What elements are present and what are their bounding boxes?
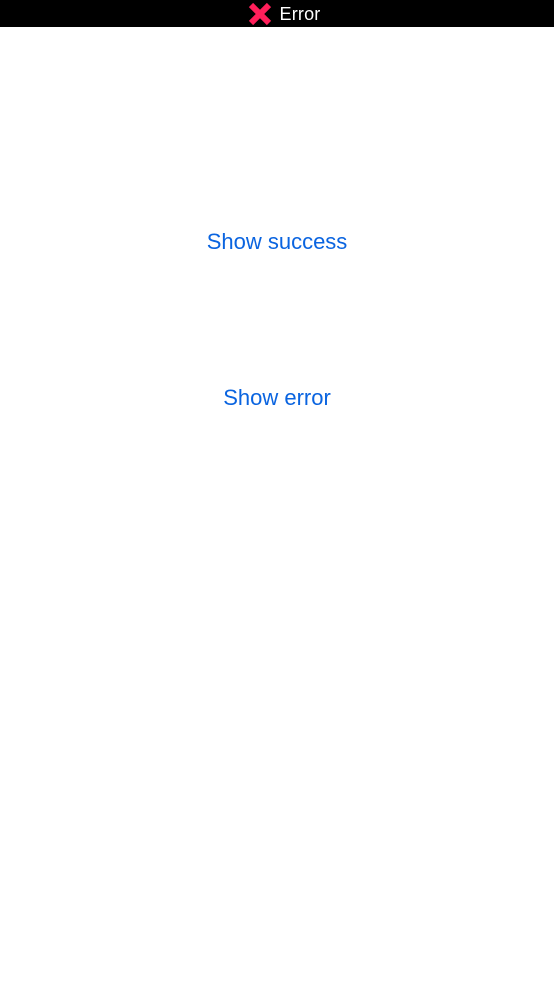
status-message: Error — [248, 2, 321, 26]
close-icon — [248, 2, 272, 26]
status-text: Error — [279, 3, 321, 24]
show-success-button[interactable]: Show success — [0, 227, 554, 257]
main-content: Show success Show error — [0, 27, 554, 984]
show-error-button[interactable]: Show error — [0, 383, 554, 413]
status-bar: Error — [0, 0, 554, 27]
